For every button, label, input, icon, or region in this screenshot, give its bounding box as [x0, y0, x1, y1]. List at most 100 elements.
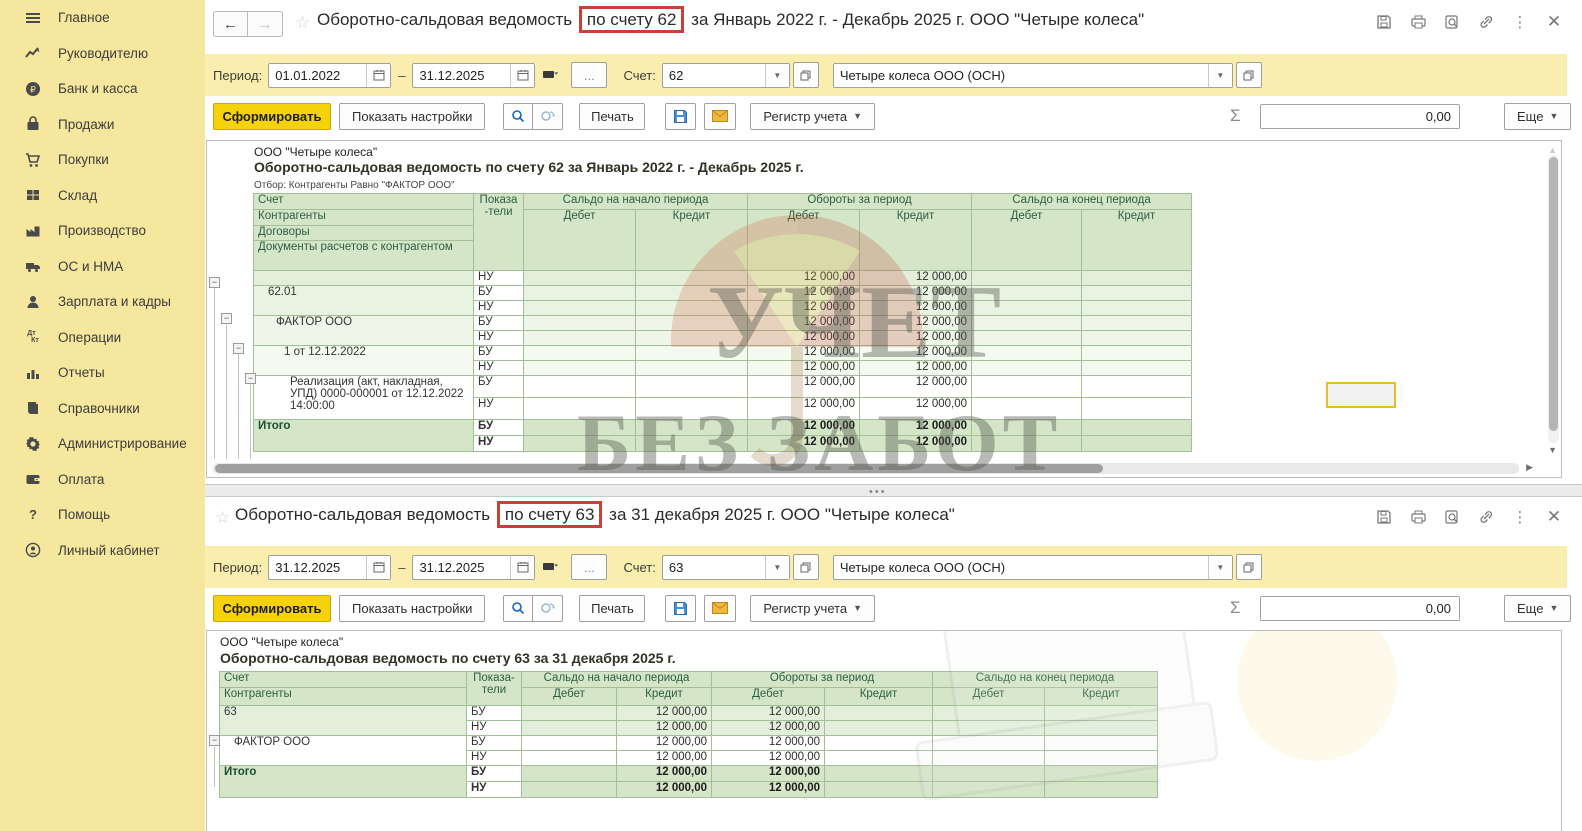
tree-expander[interactable]: −	[233, 343, 244, 354]
row-label-cell[interactable]: 63	[220, 706, 467, 736]
indicator-cell[interactable]: НУ	[474, 331, 524, 346]
value-cell[interactable]: 12 000,00	[617, 706, 712, 721]
value-cell[interactable]	[636, 346, 748, 361]
value-cell[interactable]	[1045, 766, 1158, 782]
value-cell[interactable]	[1082, 286, 1192, 301]
value-cell[interactable]	[524, 301, 636, 316]
scroll-right-arrow[interactable]: ▶	[1526, 462, 1533, 473]
print-button[interactable]: Печать	[579, 103, 645, 130]
save-icon[interactable]	[1374, 507, 1394, 527]
value-cell[interactable]	[825, 751, 933, 766]
calendar-icon[interactable]	[510, 64, 534, 87]
period-preset-icon[interactable]	[543, 70, 561, 80]
value-cell[interactable]	[1045, 782, 1158, 798]
sidebar-item-покупки[interactable]: Покупки	[0, 142, 205, 178]
header-cell[interactable]: Кредит	[1082, 210, 1192, 271]
value-cell[interactable]	[524, 346, 636, 361]
value-cell[interactable]	[972, 376, 1082, 398]
value-cell[interactable]: 12 000,00	[617, 721, 712, 736]
show-settings-button[interactable]: Показать настройки	[339, 103, 485, 130]
value-cell[interactable]	[972, 398, 1082, 420]
vertical-scrollbar[interactable]	[1548, 155, 1559, 443]
value-cell[interactable]	[1082, 271, 1192, 286]
sidebar-item-производство[interactable]: Производство	[0, 213, 205, 249]
period-more-button[interactable]: ...	[571, 554, 607, 580]
value-cell[interactable]	[524, 271, 636, 286]
value-cell[interactable]	[636, 376, 748, 398]
value-cell[interactable]: 12 000,00	[748, 331, 860, 346]
value-cell[interactable]	[1082, 420, 1192, 436]
favorite-star-icon[interactable]: ☆	[295, 13, 310, 33]
calendar-icon[interactable]	[510, 556, 534, 579]
value-cell[interactable]	[524, 420, 636, 436]
organization-field[interactable]: ▼	[833, 63, 1233, 88]
indicator-cell[interactable]: БУ	[474, 346, 524, 361]
search-button[interactable]	[503, 595, 533, 622]
value-cell[interactable]	[522, 766, 617, 782]
value-cell[interactable]	[933, 782, 1045, 798]
organization-open-button[interactable]	[1236, 62, 1262, 88]
header-cell[interactable]: Показа-тели	[474, 194, 524, 271]
value-cell[interactable]: 12 000,00	[617, 766, 712, 782]
header-cell[interactable]: Дебет	[524, 210, 636, 271]
search-next-button[interactable]	[533, 595, 563, 622]
row-label-cell[interactable]: Итого	[254, 420, 474, 452]
row-label-cell[interactable]: ФАКТОР ООО	[220, 736, 467, 766]
value-cell[interactable]	[1082, 361, 1192, 376]
account-input[interactable]	[663, 64, 765, 87]
indicator-cell[interactable]: НУ	[474, 271, 524, 286]
tree-expander[interactable]: −	[209, 277, 220, 288]
value-cell[interactable]: 12 000,00	[748, 361, 860, 376]
value-cell[interactable]	[636, 271, 748, 286]
value-cell[interactable]: 12 000,00	[748, 271, 860, 286]
favorite-star-icon[interactable]: ☆	[215, 508, 230, 528]
more-menu-icon[interactable]: ⋮	[1510, 12, 1530, 32]
value-cell[interactable]: 12 000,00	[748, 436, 860, 452]
header-cell[interactable]: Кредит	[860, 210, 972, 271]
value-cell[interactable]	[524, 361, 636, 376]
sum-field[interactable]	[1260, 104, 1460, 129]
value-cell[interactable]: 12 000,00	[748, 398, 860, 420]
value-cell[interactable]: 12 000,00	[712, 751, 825, 766]
value-cell[interactable]	[1045, 721, 1158, 736]
date-from-field[interactable]	[268, 555, 391, 580]
indicator-cell[interactable]: БУ	[467, 766, 522, 782]
print-button[interactable]: Печать	[579, 595, 645, 622]
sidebar-item-зарплата-и-кадры[interactable]: Зарплата и кадры	[0, 284, 205, 320]
value-cell[interactable]	[1082, 346, 1192, 361]
value-cell[interactable]	[524, 436, 636, 452]
header-cell[interactable]: Договоры	[254, 226, 474, 241]
date-to-field[interactable]	[412, 555, 535, 580]
value-cell[interactable]: 12 000,00	[712, 706, 825, 721]
row-label-cell[interactable]: 1 от 12.12.2022	[254, 346, 474, 376]
row-label-cell[interactable]	[254, 271, 474, 286]
date-to-input[interactable]	[413, 556, 510, 579]
value-cell[interactable]	[972, 286, 1082, 301]
row-label-cell[interactable]: Итого	[220, 766, 467, 798]
tree-expander[interactable]: −	[221, 313, 232, 324]
row-label-cell[interactable]: Реализация (акт, накладная, УПД) 0000-00…	[254, 376, 474, 420]
value-cell[interactable]	[636, 436, 748, 452]
scroll-down-arrow[interactable]: ▼	[1548, 445, 1557, 455]
value-cell[interactable]	[522, 721, 617, 736]
indicator-cell[interactable]: НУ	[474, 398, 524, 420]
header-cell[interactable]: Контрагенты	[220, 688, 467, 706]
indicator-cell[interactable]: БУ	[474, 420, 524, 436]
value-cell[interactable]	[636, 398, 748, 420]
sidebar-item-главное[interactable]: Главное	[0, 0, 205, 36]
header-group-cell[interactable]: Сальдо на начало периода	[522, 672, 712, 688]
preview-icon[interactable]	[1442, 12, 1462, 32]
indicator-cell[interactable]: БУ	[474, 286, 524, 301]
generate-button[interactable]: Сформировать	[213, 103, 331, 130]
header-cell[interactable]: Кредит	[617, 688, 712, 706]
value-cell[interactable]	[1082, 316, 1192, 331]
value-cell[interactable]	[524, 376, 636, 398]
mail-button[interactable]	[704, 103, 736, 130]
close-icon[interactable]: ✕	[1544, 507, 1564, 527]
sidebar-item-личный-кабинет[interactable]: Личный кабинет	[0, 533, 205, 569]
save-file-button[interactable]	[665, 103, 696, 130]
calendar-icon[interactable]	[366, 64, 390, 87]
value-cell[interactable]	[522, 782, 617, 798]
more-button[interactable]: Еще▼	[1504, 103, 1571, 130]
sidebar-item-отчеты[interactable]: Отчеты	[0, 355, 205, 391]
